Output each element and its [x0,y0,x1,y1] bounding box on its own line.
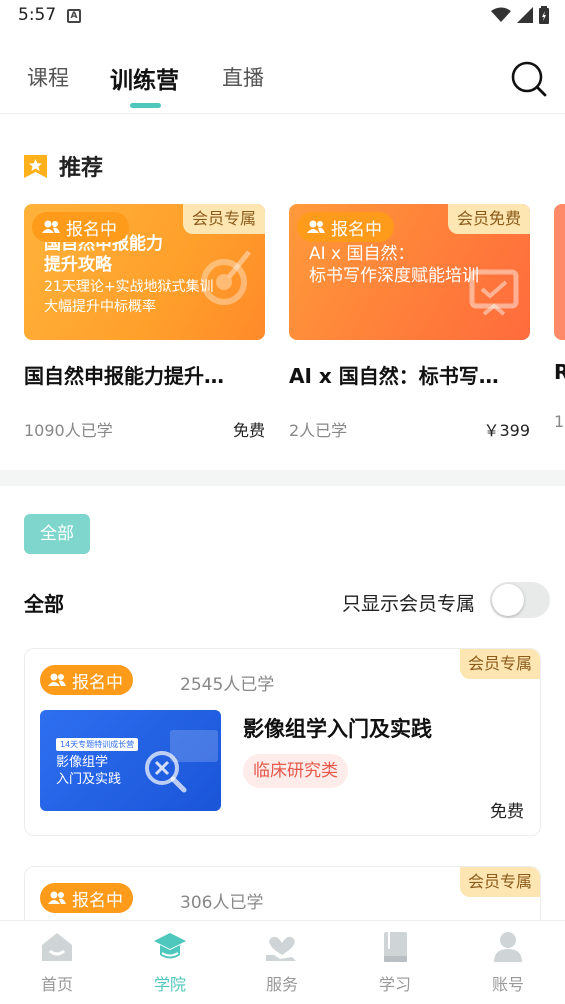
signal-icon [517,7,533,23]
star-bookmark-icon [24,154,47,178]
learner-count: 2545人已学 [180,675,275,695]
learner-count: 1 [554,412,565,431]
nav-label: 学习 [378,975,411,994]
status-time: 5:57 [18,5,57,25]
recommend-card[interactable]: AI x 国自然： 标书写作深度赋能培训 报名中 会员免费 AI x 国自然：标… [289,204,530,441]
thumb-tag: 14天专题特训成长营 [56,738,139,751]
home-icon [42,933,72,961]
member-badge: 会员专属 [459,649,540,679]
learner-count: 306人已学 [180,893,264,913]
users-icon [307,220,325,233]
card-price: 免费 [232,421,265,440]
recommend-header: 推荐 [24,150,103,182]
notification-icon: A [67,9,81,23]
status-icons [491,6,549,24]
thumb-line: 影像组学 [56,755,109,770]
cover-line: 21天理论+实战地狱式集训 [44,279,214,295]
status-label: 报名中 [72,890,123,911]
course-thumbnail: 14天专题特训成长营 影像组学 入门及实践 [40,710,221,811]
status-badge: 报名中 [40,665,133,695]
card-meta: 1 [554,412,565,431]
category-tag: 临床研究类 [243,754,348,788]
status-badge: 报名中 [40,883,133,913]
cover-line: 大幅提升中标概率 [44,299,156,315]
magnifier-graphic-icon [145,730,218,793]
nav-label: 学院 [153,975,186,994]
recommend-title: 推荐 [59,156,104,181]
nav-home[interactable]: 首页 [12,929,102,995]
nav-label: 服务 [265,975,298,994]
cover-line: 标书写作深度赋能培训 [309,266,479,286]
card-cover [554,204,565,340]
learner-count: 2人已学 [289,421,348,440]
card-cover: AI x 国自然： 标书写作深度赋能培训 报名中 会员免费 [289,204,530,340]
active-tab-indicator [130,103,161,108]
status-badge: 报名中 [32,212,129,242]
recommend-section: 推荐 国自然申报能力 提升攻略 21天理论+实战地狱式集训 大幅提升中标概率 报… [0,115,565,470]
member-badge: 会员专属 [182,204,265,234]
tab-live[interactable]: 直播 [222,62,264,92]
status-bar: 5:57 A [0,0,565,34]
users-icon [48,891,66,904]
cover-line: AI x 国自然： [309,244,415,264]
tab-courses[interactable]: 课程 [27,62,69,92]
wifi-icon [491,7,511,22]
member-badge: 会员专属 [459,867,540,897]
book-icon [384,932,407,962]
status-badge: 报名中 [297,212,394,242]
top-tab-bar: 课程 训练营 直播 [0,48,565,114]
card-title: R [554,360,565,384]
list-heading: 全部 [24,592,64,616]
card-title: 国自然申报能力提升… [24,364,224,388]
tab-training-camp[interactable]: 训练营 [110,61,179,95]
nav-study[interactable]: 学习 [350,929,440,995]
nav-academy[interactable]: 学院 [125,929,215,995]
member-only-toggle[interactable] [490,582,550,618]
card-price: ￥399 [483,421,530,440]
search-icon[interactable] [510,60,548,98]
toggle-knob [492,584,524,616]
course-list-item[interactable]: 报名中 2545人已学 会员专属 14天专题特训成长营 影像组学 入门及实践 影… [24,648,541,836]
users-icon [42,220,60,233]
recommend-card[interactable]: R 1 [554,204,565,431]
course-title: 影像组学入门及实践 [243,717,432,741]
card-meta: 2人已学 ￥399 [289,417,530,441]
filter-chip-all[interactable]: 全部 [24,514,90,554]
course-list-item[interactable]: 报名中 306人已学 会员专属 [24,866,541,926]
nav-label: 首页 [40,975,73,994]
course-price: 免费 [490,802,524,822]
user-icon [494,932,522,962]
section-divider [0,470,565,486]
member-badge: 会员免费 [447,204,530,234]
learner-count: 1090人已学 [24,421,113,440]
member-only-label: 只显示会员专属 [341,593,475,615]
cover-line: 提升攻略 [44,255,112,275]
nav-account[interactable]: 账号 [463,929,553,995]
graduation-cap-icon [154,933,186,959]
nav-service[interactable]: 服务 [237,929,327,995]
target-graphic-icon [201,250,251,305]
nav-label: 账号 [491,975,524,994]
status-label: 报名中 [331,219,382,240]
bottom-navigation: 首页 学院 服务 学习 账号 [0,920,565,1004]
card-cover: 国自然申报能力 提升攻略 21天理论+实战地狱式集训 大幅提升中标概率 报名中 … [24,204,265,340]
status-label: 报名中 [66,219,117,240]
battery-icon [539,6,549,24]
recommend-card[interactable]: 国自然申报能力 提升攻略 21天理论+实战地狱式集训 大幅提升中标概率 报名中 … [24,204,265,441]
card-title: AI x 国自然：标书写… [289,364,499,388]
card-meta: 1090人已学 免费 [24,417,265,441]
heart-hand-icon [266,936,296,961]
status-label: 报名中 [72,672,123,693]
users-icon [48,673,66,686]
thumb-line: 入门及实践 [56,772,122,787]
